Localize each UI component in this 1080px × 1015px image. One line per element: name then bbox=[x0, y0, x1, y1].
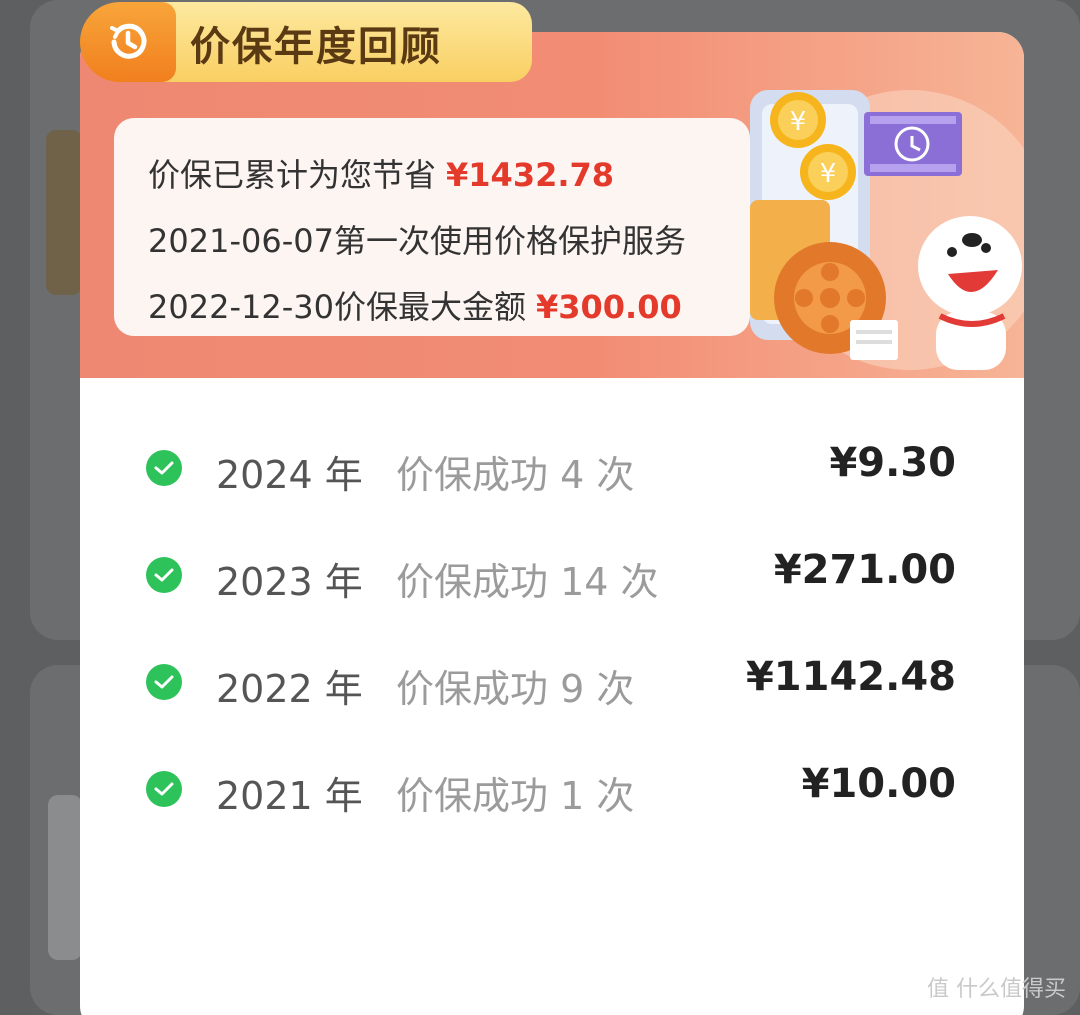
svg-text:¥: ¥ bbox=[790, 107, 807, 137]
year-row-2024: 2024 年 价保成功 4 次 ¥9.30 bbox=[80, 414, 1024, 521]
total-saved-label: 价保已累计为您节省 bbox=[148, 156, 437, 194]
modal-title: 价保年度回顾 bbox=[190, 24, 442, 70]
check-icon bbox=[146, 557, 182, 593]
year-amount: ¥271.00 bbox=[773, 547, 956, 593]
coins-film-mascot-illustration: ¥ ¥ bbox=[750, 90, 1024, 370]
total-saved-line: 价保已累计为您节省 ¥1432.78 bbox=[148, 142, 716, 208]
check-icon bbox=[146, 771, 182, 807]
check-icon bbox=[146, 664, 182, 700]
background-product-thumb bbox=[46, 130, 82, 295]
summary-card: 价保已累计为您节省 ¥1432.78 2021-06-07第一次使用价格保护服务 … bbox=[114, 118, 750, 336]
max-amount-value: ¥300.00 bbox=[535, 288, 682, 326]
year-amount: ¥10.00 bbox=[801, 761, 956, 807]
yearly-list: 2024 年 价保成功 4 次 ¥9.30 2023 年 价保成功 14 次 ¥… bbox=[80, 414, 1024, 842]
success-count: 价保成功 9 次 bbox=[396, 667, 635, 711]
check-icon bbox=[146, 450, 182, 486]
year-amount: ¥9.30 bbox=[829, 440, 956, 486]
watermark: 值 什么值得买 bbox=[927, 977, 1066, 1002]
max-amount-label: 2022-12-30价保最大金额 bbox=[148, 288, 526, 326]
price-protection-review-modal: ¥ ¥ 价保已累计为您节省 ¥1432.78 2021-06-07第一次使用价格保… bbox=[80, 32, 1024, 1015]
total-saved-amount: ¥1432.78 bbox=[446, 156, 615, 194]
max-amount-line: 2022-12-30价保最大金额 ¥300.00 bbox=[148, 274, 716, 340]
success-count: 价保成功 1 次 bbox=[396, 774, 635, 818]
success-count: 价保成功 4 次 bbox=[396, 453, 635, 497]
background-product-thumb bbox=[48, 795, 82, 960]
success-count: 价保成功 14 次 bbox=[396, 560, 659, 604]
year-amount: ¥1142.48 bbox=[745, 654, 956, 700]
first-use-line: 2021-06-07第一次使用价格保护服务 bbox=[148, 222, 686, 260]
title-badge: 价保年度回顾 bbox=[80, 2, 532, 82]
year-label: 2023 年 bbox=[216, 560, 363, 604]
history-icon bbox=[80, 2, 176, 82]
year-label: 2021 年 bbox=[216, 774, 363, 818]
year-label: 2022 年 bbox=[216, 667, 363, 711]
svg-text:¥: ¥ bbox=[820, 159, 837, 189]
year-row-2021: 2021 年 价保成功 1 次 ¥10.00 bbox=[80, 735, 1024, 842]
year-row-2023: 2023 年 价保成功 14 次 ¥271.00 bbox=[80, 521, 1024, 628]
year-label: 2024 年 bbox=[216, 453, 363, 497]
year-row-2022: 2022 年 价保成功 9 次 ¥1142.48 bbox=[80, 628, 1024, 735]
